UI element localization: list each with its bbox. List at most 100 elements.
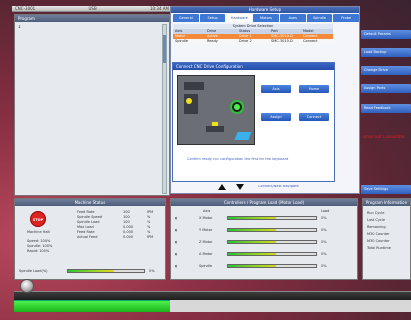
board-connector: [184, 82, 204, 90]
table-cell: SMC-3010-D: [271, 39, 293, 43]
stat-value: 0.000: [123, 230, 134, 234]
dialog-note: Confirm ready cnc configuration the firs…: [187, 157, 289, 161]
board-chip: [184, 94, 198, 114]
stat-key: Max Load: [77, 225, 94, 229]
arrow-down-icon[interactable]: [236, 184, 244, 190]
speaker-icon: ◖: [175, 216, 177, 220]
home-button[interactable]: Home: [299, 85, 329, 93]
program-list-item[interactable]: 1: [18, 25, 21, 29]
stat-key: Feed Rate: [77, 230, 95, 234]
program-list-title: Program: [15, 15, 169, 22]
tab-hardware[interactable]: Hardware: [226, 14, 253, 22]
status-row: Speed: 100%: [27, 239, 51, 243]
stat-key: Spindle Speed: [77, 215, 103, 219]
yellow-marker: [212, 122, 218, 126]
bottom-strip: [170, 300, 411, 312]
program-list-scrollbar[interactable]: [162, 24, 167, 194]
info-row: M30 Counter: [367, 232, 390, 236]
warning-text: Drive not Connected: [363, 135, 405, 139]
tab-probe[interactable]: Probe: [333, 14, 360, 22]
controller-board-image: [177, 75, 255, 145]
status-row: Rapid: 100%: [27, 249, 50, 253]
status-center: USB: [88, 6, 97, 11]
info-row: M30 Counter: [367, 239, 390, 243]
override-label: Spindle Load(%): [19, 269, 48, 273]
speaker-icon: ◖: [175, 252, 177, 256]
yellow-led-icon: [186, 98, 192, 104]
info-row: Run Cycle: [367, 211, 385, 215]
column-header: Load: [321, 209, 330, 213]
tab-general[interactable]: General: [173, 14, 199, 22]
assign-ports-button[interactable]: Assign Ports: [361, 84, 411, 93]
nav-label: Connect/Next Navigate: [258, 185, 299, 188]
panel-title: Machine Status: [15, 199, 165, 206]
status-left: CNC-3001: [15, 6, 36, 11]
column-header: Axis: [203, 209, 211, 213]
table-cell: Spindle: [175, 39, 188, 43]
bottom-rail: [14, 291, 411, 300]
table-cell: Connect: [303, 39, 318, 43]
channel-meter: [227, 252, 317, 256]
table-cell: Ready: [207, 39, 218, 43]
table-row[interactable]: Spindle Ready Drive 2 SMC-3010-D Connect: [173, 39, 333, 44]
override-value: 0%: [149, 269, 155, 273]
dialog-title: Connect CNC Drive Configuration: [173, 63, 334, 70]
scrollbar-thumb[interactable]: [163, 35, 166, 63]
speaker-icon: ◖: [175, 240, 177, 244]
tab-bar: General Setup Hardware Motors Axes Spind…: [173, 14, 360, 22]
connect-button[interactable]: Connect: [299, 113, 329, 121]
stop-caption: Machine Halt: [27, 230, 50, 234]
channel-label: Y Motor: [199, 228, 213, 232]
info-row: Last Cycle: [367, 218, 385, 222]
program-info-panel: Program Information Run Cycle Last Cycle…: [362, 198, 411, 280]
stat-value: 100: [123, 215, 130, 219]
cable-icon: [234, 132, 252, 140]
stat-value: 0.000: [123, 235, 134, 239]
channel-label: Z Motor: [199, 240, 213, 244]
tab-motors[interactable]: Motors: [253, 14, 279, 22]
panel-title: Controllers / Program Load (Motor Load): [171, 199, 357, 206]
stat-unit: %: [147, 225, 151, 229]
change-drive-button[interactable]: Change Drive: [361, 66, 411, 75]
stat-key: Feed Rate: [77, 210, 95, 214]
channel-label: Spindle: [199, 264, 212, 268]
save-settings-button[interactable]: Save Settings: [361, 185, 411, 194]
panel-title: Program Information: [363, 199, 410, 206]
controllers-panel: Controllers / Program Load (Motor Load) …: [170, 198, 358, 280]
program-list-panel: Program 1: [14, 14, 170, 196]
channel-value: 0%: [321, 264, 327, 268]
status-clock: 10:34 AM: [149, 6, 169, 11]
channel-meter: [227, 228, 317, 232]
nav-arrows: [218, 184, 244, 190]
default-params-button[interactable]: Default Params: [361, 30, 411, 39]
tab-spindle[interactable]: Spindle: [306, 14, 333, 22]
stat-unit: %: [147, 220, 151, 224]
channel-meter: [227, 240, 317, 244]
channel-meter: [227, 216, 317, 220]
read-feedback-button[interactable]: Read Feedback: [361, 104, 411, 113]
stat-key: Spindle Load: [77, 220, 100, 224]
cycle-progress-bar: [14, 300, 170, 312]
tab-setup[interactable]: Setup: [199, 14, 226, 22]
stat-unit: IPM: [147, 235, 154, 239]
speaker-icon: ◖: [175, 228, 177, 232]
stat-unit: %: [147, 215, 151, 219]
spindle-load-gauge: [67, 269, 145, 273]
drive-table: System Drive Selection Axis Drive Status…: [173, 24, 333, 44]
green-led-icon: [234, 104, 240, 110]
stat-value: 100: [123, 220, 130, 224]
axis-button[interactable]: Axis: [261, 85, 291, 93]
arrow-up-icon[interactable]: [218, 184, 226, 190]
channel-value: 0%: [321, 228, 327, 232]
stat-unit: %: [147, 230, 151, 234]
channel-value: 0%: [321, 216, 327, 220]
stat-value: 100: [123, 210, 130, 214]
channel-meter: [227, 264, 317, 268]
assign-button[interactable]: Assign: [261, 113, 291, 121]
feed-knob[interactable]: [20, 279, 34, 293]
tab-axes[interactable]: Axes: [279, 14, 306, 22]
table-cell: Drive 2: [239, 39, 252, 43]
stop-button[interactable]: STOP: [30, 211, 46, 227]
info-row: Total Runtime: [367, 246, 391, 250]
load-backup-button[interactable]: Load Backup: [361, 48, 411, 57]
